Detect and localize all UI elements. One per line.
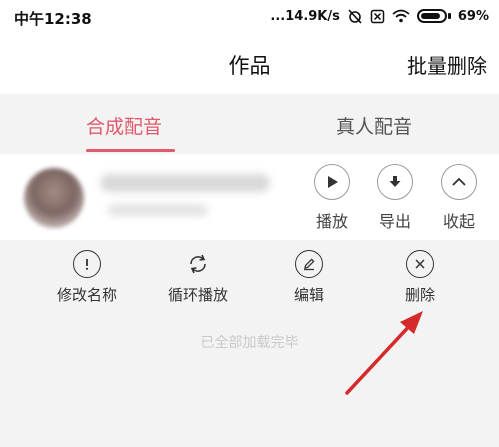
annotation-arrow-icon bbox=[345, 311, 423, 395]
